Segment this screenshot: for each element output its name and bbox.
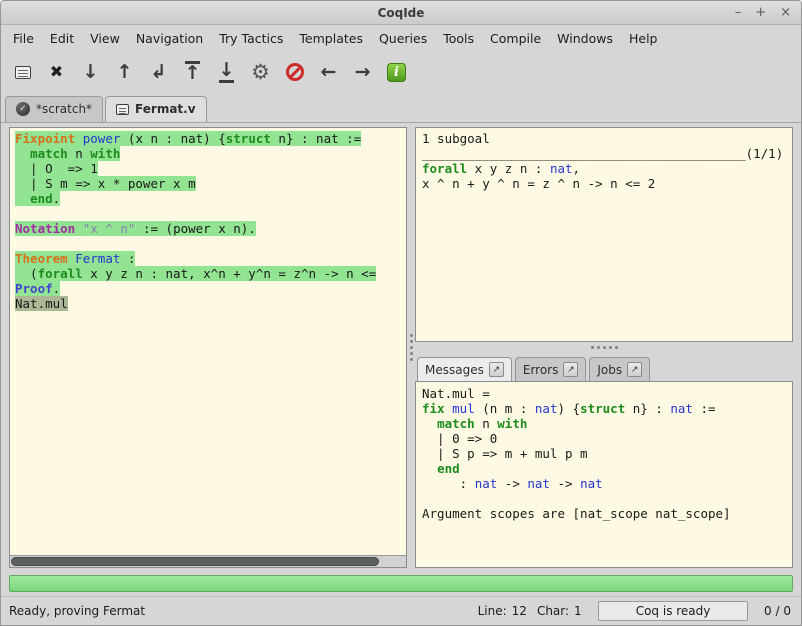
fully-check-icon[interactable]: ⚙ — [247, 58, 274, 86]
goto-end-icon[interactable]: ↓ — [213, 58, 240, 86]
goals-pane[interactable]: 1 subgoal_______________________________… — [415, 127, 793, 342]
tab-scratch-label: *scratch* — [36, 102, 92, 116]
interrupt-icon[interactable] — [281, 58, 308, 86]
line-value: 12 — [512, 604, 527, 618]
step-forward-icon[interactable]: ↓ — [77, 58, 104, 86]
char-label: Char: — [537, 604, 569, 618]
goto-cursor-icon[interactable]: ↲ — [145, 58, 172, 86]
titlebar[interactable]: CoqIde – + × — [1, 1, 801, 25]
document-glyph — [15, 66, 31, 79]
right-column: 1 subgoal_______________________________… — [415, 127, 793, 568]
detach-icon[interactable]: ↗ — [489, 362, 504, 377]
detach-icon[interactable]: ↗ — [563, 362, 578, 377]
statusbar: Ready, proving Fermat Line: 12 Char: 1 C… — [1, 596, 801, 625]
main-area: Fixpoint power (x n : nat) {struct n} : … — [1, 123, 801, 570]
progress-bar — [9, 575, 793, 592]
menu-try-tactics[interactable]: Try Tactics — [211, 27, 291, 50]
splitter-handle-icon — [410, 346, 413, 349]
editor-pane: Fixpoint power (x n : nat) {struct n} : … — [9, 127, 407, 568]
messages-tabbar: Messages ↗ Errors ↗ Jobs ↗ — [415, 352, 793, 381]
menu-edit[interactable]: Edit — [42, 27, 82, 50]
menu-compile[interactable]: Compile — [482, 27, 549, 50]
file-icon — [116, 104, 129, 115]
status-message: Ready, proving Fermat — [9, 604, 468, 618]
menu-windows[interactable]: Windows — [549, 27, 621, 50]
toolbar: ✖ ↓ ↑ ↲ ↑ ↓ ⚙ ← → i — [1, 52, 801, 92]
menu-templates[interactable]: Templates — [291, 27, 371, 50]
close-buffer-icon[interactable]: ✖ — [43, 58, 70, 86]
minimize-button[interactable]: – — [735, 6, 742, 19]
tab-errors-label: Errors — [523, 363, 559, 377]
status-right: Line: 12 Char: 1 Coq is ready 0 / 0 — [468, 601, 791, 621]
next-icon[interactable]: → — [349, 58, 376, 86]
step-backward-icon[interactable]: ↑ — [111, 58, 138, 86]
scrollbar-thumb[interactable] — [11, 557, 379, 566]
previous-icon[interactable]: ← — [315, 58, 342, 86]
menu-tools[interactable]: Tools — [435, 27, 482, 50]
horizontal-splitter[interactable] — [415, 342, 793, 352]
tab-messages[interactable]: Messages ↗ — [417, 357, 512, 381]
menu-queries[interactable]: Queries — [371, 27, 435, 50]
tab-fermat-label: Fermat.v — [135, 102, 196, 116]
script-buffer[interactable]: Fixpoint power (x n : nat) {struct n} : … — [10, 128, 406, 555]
tab-jobs-label: Jobs — [597, 363, 622, 377]
menubar: File Edit View Navigation Try Tactics Te… — [1, 25, 801, 52]
horizontal-scrollbar[interactable] — [10, 555, 406, 567]
tab-jobs[interactable]: Jobs ↗ — [589, 357, 650, 381]
tab-fermat[interactable]: Fermat.v — [105, 96, 207, 122]
close-button[interactable]: × — [780, 6, 791, 19]
splitter-handle-icon — [603, 346, 606, 349]
coq-state-indicator: Coq is ready — [598, 601, 748, 621]
window-controls: – + × — [735, 1, 791, 24]
save-icon[interactable] — [9, 58, 36, 86]
tab-errors[interactable]: Errors ↗ — [515, 357, 587, 381]
scratch-buffer-icon: ✓ — [16, 102, 30, 116]
char-value: 1 — [574, 604, 588, 618]
progress-row — [1, 570, 801, 596]
tab-messages-label: Messages — [425, 363, 484, 377]
tab-scratch[interactable]: ✓ *scratch* — [5, 96, 103, 122]
menu-help[interactable]: Help — [621, 27, 666, 50]
detach-icon[interactable]: ↗ — [627, 362, 642, 377]
menu-file[interactable]: File — [5, 27, 42, 50]
menu-navigation[interactable]: Navigation — [128, 27, 211, 50]
vertical-splitter[interactable] — [407, 127, 415, 568]
task-counter: 0 / 0 — [764, 604, 791, 618]
window-title: CoqIde — [378, 6, 425, 20]
line-label: Line: — [478, 604, 507, 618]
menu-view[interactable]: View — [82, 27, 128, 50]
messages-pane[interactable]: Nat.mul = fix mul (n m : nat) {struct n}… — [415, 381, 793, 568]
buffer-tabbar: ✓ *scratch* Fermat.v — [1, 92, 801, 123]
maximize-button[interactable]: + — [755, 6, 766, 19]
no-entry-glyph — [286, 63, 304, 81]
goto-start-icon[interactable]: ↑ — [179, 58, 206, 86]
about-icon[interactable]: i — [383, 58, 410, 86]
coqide-window: CoqIde – + × File Edit View Navigation T… — [0, 0, 802, 626]
